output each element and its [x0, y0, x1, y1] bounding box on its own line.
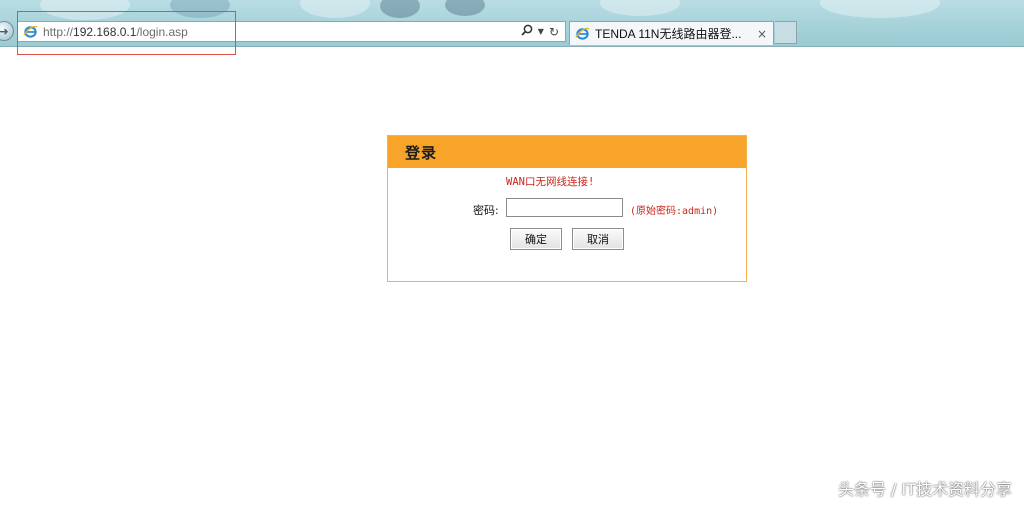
back-arrow-icon: ➜ — [0, 24, 9, 38]
wan-warning: WAN口无网线连接! — [506, 176, 595, 188]
cancel-button[interactable]: 取消 — [572, 228, 624, 250]
refresh-icon[interactable]: ↻ — [549, 25, 559, 39]
dropdown-arrow-icon[interactable]: ▼ — [538, 27, 544, 36]
address-text[interactable]: http://192.168.0.1/login.asp — [43, 25, 521, 39]
tab-title: TENDA 11N无线路由器登... — [595, 27, 742, 41]
address-prefix: http:// — [43, 24, 74, 39]
ok-button[interactable]: 确定 — [510, 228, 562, 250]
address-path: /login.asp — [136, 24, 188, 39]
address-tools: ▼ ↻ — [521, 24, 559, 39]
new-tab-button[interactable] — [775, 21, 797, 44]
address-host: 192.168.0.1 — [73, 24, 137, 39]
ie-logo-icon — [22, 24, 38, 40]
login-panel: 登录 WAN口无网线连接! 密码: (原始密码:admin) 确定 取消 — [387, 135, 747, 282]
password-label: 密码: — [473, 204, 499, 217]
login-header: 登录 — [388, 136, 746, 168]
search-icon[interactable] — [521, 24, 533, 39]
watermark: 头条号 / IT技术资料分享 — [837, 480, 1012, 499]
login-title: 登录 — [405, 143, 438, 162]
password-hint: (原始密码:admin) — [630, 206, 719, 217]
tab-ie-logo-icon — [574, 26, 590, 42]
password-input[interactable] — [506, 198, 623, 217]
browser-chrome: ➜ http://192.168.0.1/login.asp ▼ ↻ TENDA… — [0, 0, 1024, 47]
close-icon[interactable]: × — [757, 27, 767, 41]
browser-tab[interactable]: TENDA 11N无线路由器登... × — [569, 21, 774, 45]
address-bar[interactable]: http://192.168.0.1/login.asp ▼ ↻ — [17, 21, 566, 42]
